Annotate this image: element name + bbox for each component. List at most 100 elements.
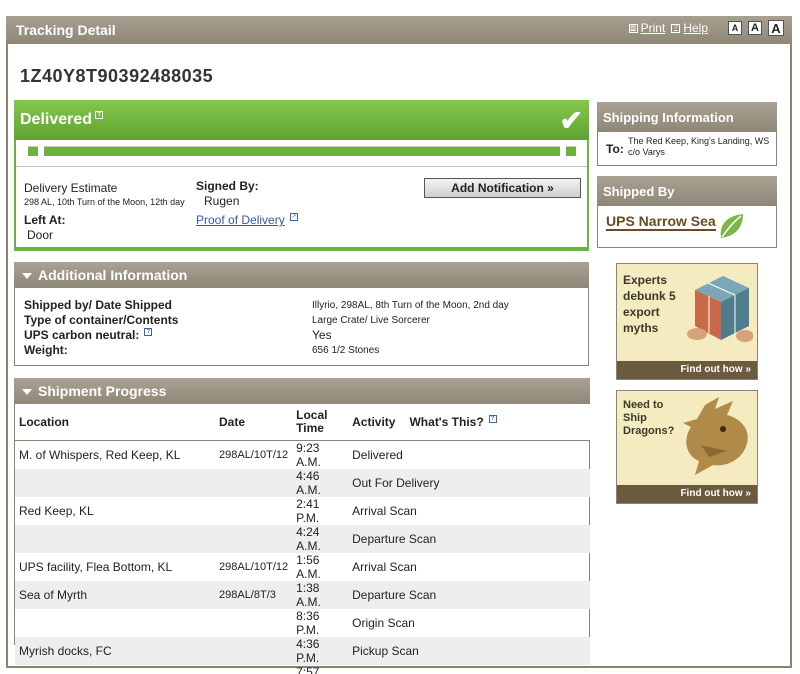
tracking-number: 1Z40Y8T90392488035 — [20, 66, 214, 86]
proof-of-delivery[interactable]: Proof of Delivery ↗ — [196, 213, 298, 227]
cell-location — [15, 468, 215, 497]
table-row: 4:24 A.M. Departure Scan — [15, 524, 590, 553]
cell-date — [215, 636, 293, 665]
cell-date — [215, 609, 292, 637]
additional-label: Weight: — [24, 343, 68, 357]
shipment-progress-table: Location Date Local Time Activity What's … — [15, 404, 590, 674]
shipping-to-value: The Red Keep, King's Landing, WS c/o Var… — [628, 136, 770, 157]
activity-header-label: Activity — [352, 414, 396, 429]
additional-label: Shipped by/ Date Shipped — [24, 298, 173, 312]
whats-this-label[interactable]: What's This? — [409, 415, 483, 429]
shipping-info-header: Shipping Information — [597, 102, 777, 132]
additional-label-carbon: UPS carbon neutral:? — [24, 328, 153, 342]
shipment-progress-header[interactable]: Shipment Progress — [14, 378, 590, 404]
leaf-icon — [720, 214, 743, 238]
printer-icon: ▤ — [628, 23, 638, 33]
text-size-large-button[interactable]: A — [768, 20, 784, 36]
cell-time: 4:24 A.M. — [292, 524, 349, 553]
status-label: Delivered — [20, 111, 93, 128]
additional-value: 656 1/2 Stones — [312, 345, 380, 356]
cell-activity: Departure Scan — [348, 580, 590, 609]
proof-of-delivery-link[interactable]: Proof of Delivery — [196, 213, 285, 227]
cell-time: 8:36 P.M. — [296, 608, 320, 637]
info-icon[interactable]: ? — [144, 328, 153, 336]
cell-location — [15, 524, 215, 553]
page-title: Tracking Detail — [16, 22, 116, 38]
additional-label: Type of container/Contents — [24, 313, 179, 327]
table-header-row: Location Date Local Time Activity What's … — [15, 404, 590, 441]
shipped-by-header: Shipped By — [597, 176, 777, 206]
text-size-medium-button[interactable]: A — [748, 21, 762, 35]
puzzle-cube-icon — [687, 276, 753, 342]
shipped-by-title: Shipped By — [603, 184, 675, 199]
cell-activity: Delivered — [352, 447, 403, 462]
column-header-local-time: Local Time — [292, 404, 349, 441]
cell-time: 4:36 P.M. — [292, 636, 349, 665]
column-header-date: Date — [215, 404, 293, 441]
export-myths-ad[interactable]: Experts debunk 5 export myths Find out h… — [616, 263, 758, 380]
cell-date — [215, 497, 292, 525]
additional-info-title-wrap: Additional Information — [22, 267, 187, 283]
additional-info-header[interactable]: Additional Information — [14, 262, 589, 288]
table-row: Sea of Myrth 298AL/8T/3 1:38 A.M. Departure… — [15, 580, 590, 609]
shipping-to-label: To: — [606, 142, 624, 156]
cell-activity: Pickup Scan — [348, 636, 590, 665]
additional-value: Illyrio, 298AL, 8th Turn of the Moon, 2n… — [312, 300, 509, 311]
status-label-wrap: Delivered? — [20, 111, 104, 129]
ad-cta[interactable]: Find out how » — [617, 361, 757, 379]
ship-dragons-ad[interactable]: Need to Ship Dragons? Find out how » — [616, 390, 758, 504]
table-row: Myr, Free Cities298AL/8T/2 7:57 A.M. Order… — [15, 665, 590, 674]
table-row: 8:36 P.M. Origin Scan — [15, 609, 590, 637]
status-bottom-rule — [14, 247, 589, 251]
collapse-triangle-icon — [22, 273, 32, 280]
dragon-icon — [683, 397, 748, 475]
help-icon: ? — [671, 23, 681, 33]
cell-time: 9:23 A.M. — [296, 440, 321, 469]
add-notification-button[interactable]: Add Notification » — [424, 178, 581, 198]
cell-time: 2:41 P.M. — [296, 496, 320, 525]
cell-time: 7:57 A.M. — [296, 664, 320, 674]
cell-location: Red Keep, KL — [19, 503, 94, 518]
external-window-icon: ↗ — [289, 213, 298, 221]
shipper-logo-text: UPS Narrow Sea — [606, 213, 716, 231]
cell-location: Myr, Free Cities — [15, 665, 215, 674]
cell-activity: Arrival Scan — [352, 503, 417, 518]
info-icon[interactable]: ? — [488, 414, 497, 423]
cell-date — [215, 524, 293, 553]
text-size-small-button[interactable]: A — [728, 21, 742, 35]
additional-value: Yes — [312, 328, 332, 342]
column-header-location: Location — [15, 404, 215, 441]
cell-date — [215, 468, 293, 497]
ad-text: Need to Ship Dragons? — [623, 399, 675, 437]
shipping-info-title: Shipping Information — [603, 110, 734, 125]
cell-location: UPS facility, Flea Bottom, KL — [19, 559, 173, 574]
table-row: Myrish docks, FC 4:36 P.M. Pickup Scan — [15, 636, 590, 665]
print-link[interactable]: ▤ Print — [628, 21, 666, 35]
signed-by-label: Signed By: — [196, 179, 259, 193]
cell-location: Myrish docks, FC — [15, 636, 215, 665]
cell-activity: Arrival Scan — [352, 559, 417, 574]
header-actions: ▤ Print ? Help A A A — [628, 20, 784, 36]
cell-activity: Departure Scan — [348, 524, 590, 553]
progress-notch — [560, 146, 566, 158]
print-label: Print — [640, 21, 666, 35]
collapse-triangle-icon — [22, 389, 32, 396]
help-link[interactable]: ? Help — [671, 21, 708, 35]
cell-location — [15, 609, 215, 637]
ad-cta[interactable]: Find out how » — [617, 485, 757, 503]
delivery-estimate-value: 298 AL, 10th Turn of the Moon, 12th day — [24, 197, 185, 207]
progress-fill — [28, 147, 576, 156]
additional-label: UPS carbon neutral: — [24, 328, 140, 342]
column-header-activity: Activity What's This?? — [348, 404, 590, 441]
table-row: M. of Whispers, Red Keep, KL 298AL/10T/12… — [15, 440, 590, 469]
info-icon[interactable]: ? — [95, 111, 104, 119]
delivery-estimate-label: Delivery Estimate — [24, 181, 118, 195]
help-label: Help — [683, 21, 708, 35]
progress-notch — [38, 146, 44, 158]
cell-activity: Out For Delivery — [348, 468, 590, 497]
table-row: Red Keep, KL 2:41 P.M. Arrival Scan — [15, 497, 590, 525]
divider — [16, 166, 587, 167]
left-at-label: Left At: — [24, 213, 66, 227]
cell-time: 1:56 A.M. — [296, 552, 321, 581]
checkmark-icon: ✔ — [559, 105, 583, 136]
